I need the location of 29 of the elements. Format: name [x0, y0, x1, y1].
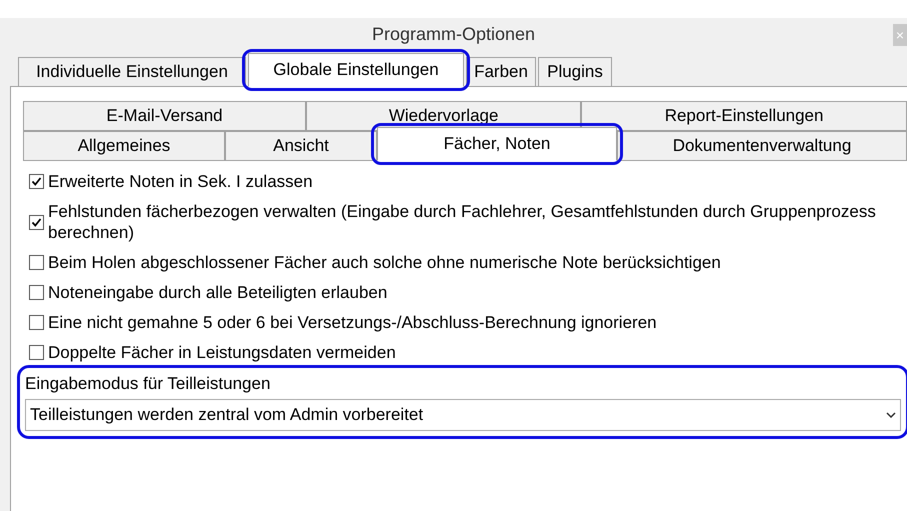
field-label: Eingabemodus für Teilleistungen	[25, 373, 272, 395]
tab[interactable]: Fächer, Noten	[377, 127, 617, 161]
option-label: Fehlstunden fächerbezogen verwalten (Eingabe durch Fachlehrer, Gesamtfehlstunden durch Gruppenprozess berechnen)	[48, 201, 877, 243]
checkbox[interactable]	[29, 214, 44, 230]
tab[interactable]: Globale Einstellungen	[248, 53, 464, 87]
checkbox[interactable]	[29, 315, 44, 330]
tab[interactable]: Farben	[466, 57, 536, 87]
tab[interactable]: Allgemeines	[23, 131, 225, 161]
window-title: Programm-Optionen	[372, 23, 536, 46]
checkmark-icon	[31, 216, 42, 228]
dropdown-value: Teilleistungen werden zentral vom Admin vorbereitet	[30, 404, 424, 426]
tab[interactable]: Report-Einstellungen	[581, 101, 907, 131]
chevron-down-icon	[886, 412, 896, 418]
checkmark-icon	[31, 176, 42, 187]
option-label: Noteneingabe durch alle Beteiligten erlauben	[48, 282, 388, 303]
dropdown[interactable]: Teilleistungen werden zentral vom Admin vorbereitet	[25, 399, 901, 431]
tab[interactable]: E-Mail-Versand	[23, 101, 306, 131]
checkbox[interactable]	[29, 255, 44, 270]
checkbox[interactable]	[29, 174, 44, 189]
option-label: Doppelte Fächer in Leistungsdaten vermeiden	[48, 342, 396, 363]
tab[interactable]: Individuelle Einstellungen	[18, 57, 246, 87]
tab[interactable]: Plugins	[538, 57, 612, 87]
option-label: Erweiterte Noten in Sek. I zulassen	[48, 171, 313, 192]
option-label: Eine nicht gemahne 5 oder 6 bei Versetzungs-/Abschluss-Berechnung ignorieren	[48, 312, 657, 333]
checkbox[interactable]	[29, 345, 44, 360]
tab[interactable]: Dokumentenverwaltung	[617, 131, 907, 161]
tab[interactable]: Ansicht	[225, 131, 377, 161]
option-label: Beim Holen abgeschlossener Fächer auch solche ohne numerische Note berücksichtigen	[48, 252, 721, 273]
checkbox[interactable]	[29, 285, 44, 300]
